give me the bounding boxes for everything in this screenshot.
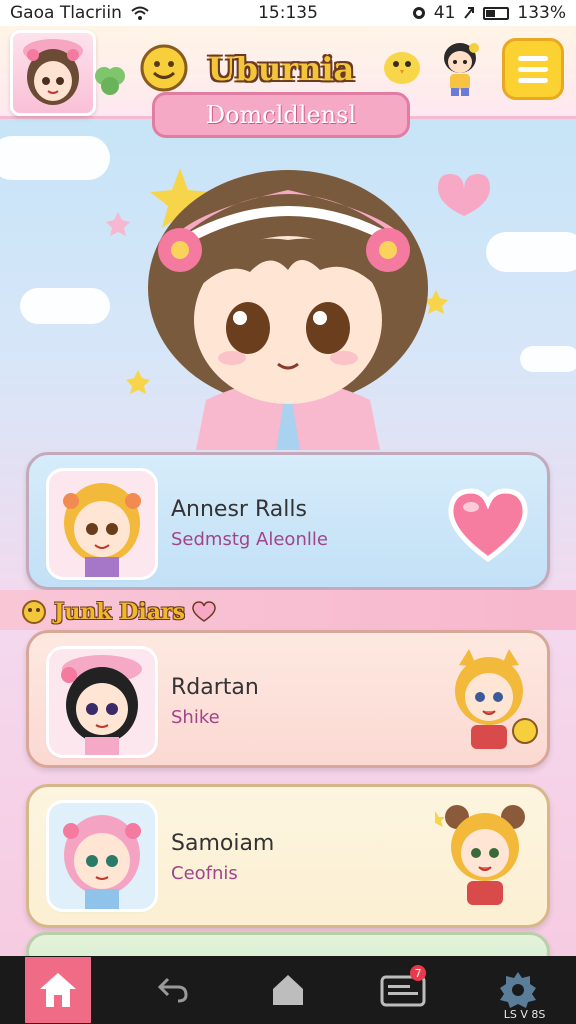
app-title-block: Uburnia Domcldlensl [140,36,420,138]
character-card[interactable]: Rdartan Shike [26,630,550,768]
menu-line-icon [518,55,548,61]
character-card[interactable]: Samoiam Ceofnis [26,784,550,928]
clover-icon [95,67,125,95]
section-title: Junk Diars [54,599,185,625]
boy-character-icon [444,43,479,96]
battery-percent: 133% [517,3,566,23]
character-card[interactable]: Annesr Ralls Sedmstg Aleonlle [26,452,550,590]
nav-home[interactable] [24,957,91,1023]
section-header: Junk Diars [20,596,217,628]
settings-gear-icon [500,972,537,1008]
alarm-icon [412,7,425,19]
menu-button[interactable] [502,38,564,100]
bear-girl-sticker-icon [435,805,525,905]
character-thumbnail [49,471,155,577]
blonde-girl-avatar-icon [63,483,141,577]
chick-icon [384,52,420,84]
nav-inbox[interactable]: 7 [370,957,436,1023]
character-thumbnail [49,649,155,755]
fox-girl-sticker-icon [455,649,538,749]
app-title: Uburnia [207,50,355,88]
back-arrow-icon [157,977,188,1003]
bottom-navigation: 7 LS V 8S [0,956,576,1024]
battery-icon [483,6,510,20]
character-subtitle: Shike [171,707,220,728]
hero-banner [0,120,576,450]
nav-house[interactable] [255,957,321,1023]
menu-line-icon [518,66,548,72]
signal-arrow-icon [464,7,475,19]
black-hair-girl-avatar-icon [61,655,142,755]
status-left: Gaoa Tlacriin [10,3,150,23]
pink-hair-girl-avatar-icon [63,815,141,909]
heart-favorite-icon[interactable] [445,485,531,565]
character-name: Samoiam [171,831,275,856]
wifi-icon [131,6,149,20]
nav-settings[interactable]: LS V 8S [485,957,551,1023]
menu-line-icon [518,77,548,83]
nav-back[interactable] [140,957,206,1023]
signal-text: 41 [433,3,456,23]
status-right: 41 133% [412,3,566,23]
home-icon [39,973,76,1007]
status-bar: Gaoa Tlacriin 15:135 41 133% [0,0,576,26]
sun-sticker-icon [22,600,46,624]
corner-text: LS V 8S [503,1008,546,1021]
avatar-girl-icon [23,39,83,105]
character-name: Rdartan [171,675,259,700]
profile-avatar[interactable] [10,30,96,116]
status-time: 15:135 [258,3,318,23]
carrier-label: Gaoa Tlacriin [10,3,122,23]
character-name: Annesr Ralls [171,497,307,522]
character-subtitle: Ceofnis [171,863,238,884]
character-thumbnail [49,803,155,909]
heart-sticker-icon [192,601,216,622]
character-subtitle: Sedmstg Aleonlle [171,529,328,550]
app-header: Uburnia Domcldlensl [0,26,576,138]
hero-girl-illustration [106,168,490,450]
house-icon [272,975,303,1005]
